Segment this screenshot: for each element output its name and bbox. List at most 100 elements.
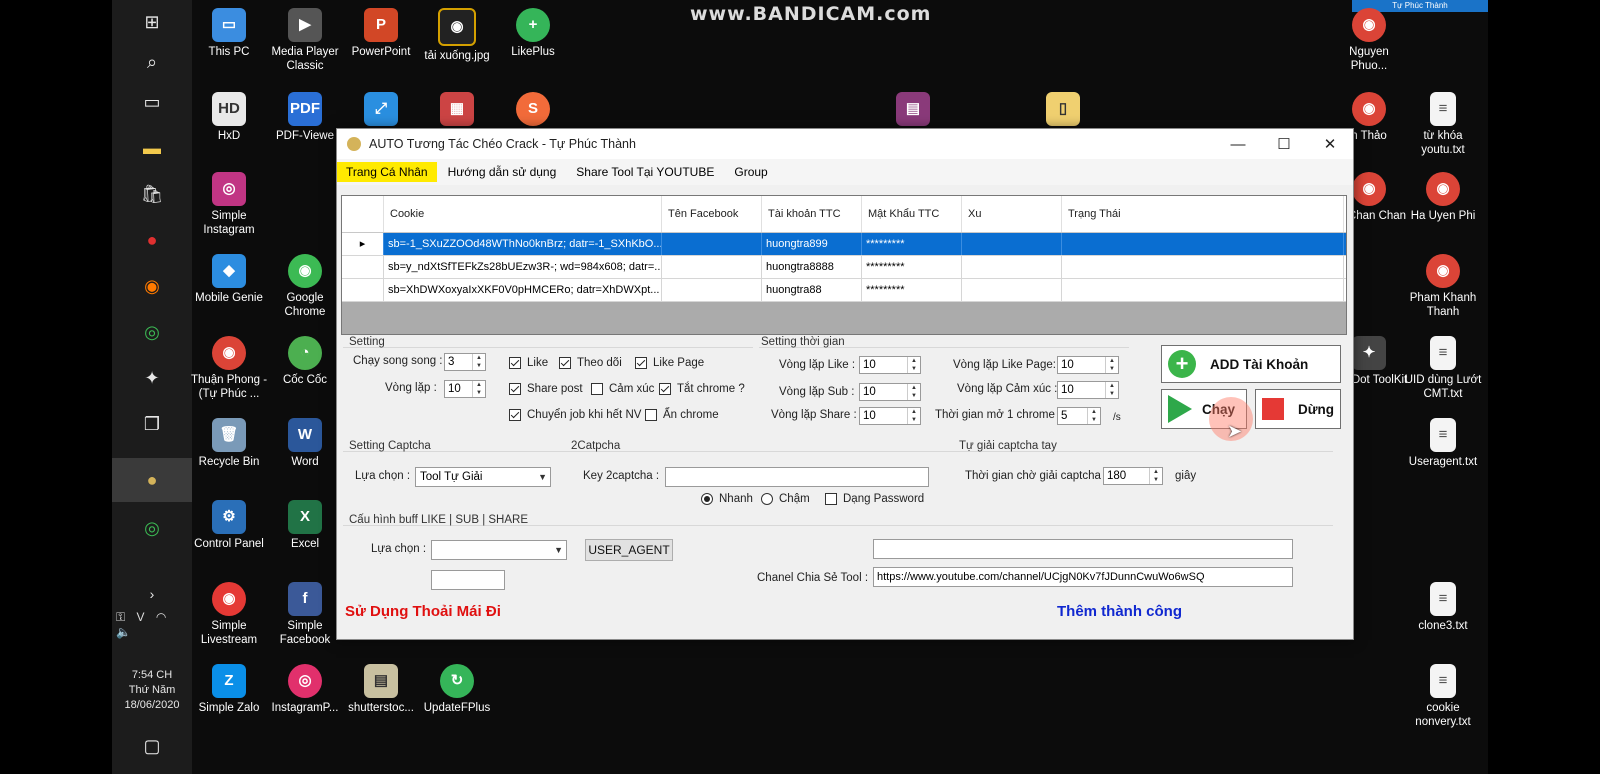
desktop-icon-instagramp[interactable]: ◎ InstagramP... [266,664,344,715]
desktop-icon-zalo[interactable]: Z Simple Zalo [190,664,268,715]
notification-icon[interactable]: ▢ [112,724,192,768]
vong-lap-value[interactable]: 10 [445,383,472,395]
vl-camxuc-value[interactable]: 10 [1058,384,1105,396]
pen-icon[interactable]: V [136,610,144,624]
col-cookie[interactable]: Cookie [384,196,662,232]
wait-value[interactable]: 180 [1104,470,1149,482]
clock[interactable]: 7:54 CH Thứ Năm 18/06/2020 [112,668,192,713]
windows-icon[interactable]: ❐ [112,402,192,446]
desktop-icon-app1[interactable]: ⤢ [342,92,420,129]
share-post-checkbox[interactable]: Share post [509,383,583,395]
file-explorer-icon[interactable]: ▬ [112,126,192,170]
menu-group[interactable]: Group [725,162,776,182]
maximize-icon[interactable]: ☐ [1261,129,1307,159]
col-ten-facebook[interactable]: Tên Facebook [662,196,762,232]
an-chrome-checkbox[interactable]: Ẩn chrome [645,409,719,421]
spin-arrows-icon[interactable]: ▲ ▼ [1087,408,1100,424]
spin-arrows-icon[interactable]: ▲ ▼ [472,354,485,370]
desktop-icon-cookie[interactable]: ≡ cookie nonvery.txt [1404,664,1482,729]
desktop-icon-nguyen[interactable]: ◉ Nguyen Phuo... [1330,8,1408,73]
desktop-icon-control-panel[interactable]: ⚙ Control Panel [190,500,268,551]
col-xu[interactable]: Xu [962,196,1062,232]
record-icon[interactable]: ● [112,218,192,262]
network-icon[interactable]: ⚿ [116,610,125,624]
tg-chrome-stepper[interactable]: 5 ▲ ▼ [1057,407,1101,425]
vl-like-stepper[interactable]: 10 ▲ ▼ [859,356,921,374]
cam-xuc-checkbox[interactable]: Cảm xúc [591,383,654,395]
table-row[interactable]: ▸ sb=-1_SXuZZOOd48WThNo0knBrz; datr=-1_S… [342,233,1346,256]
desktop-icon-shutterstock[interactable]: ▤ shutterstoc... [342,664,420,715]
key-2captcha-input[interactable] [665,467,929,487]
desktop-icon-powerpoint[interactable]: P PowerPoint [342,8,420,59]
tat-chrome-checkbox[interactable]: Tắt chrome ? [659,383,745,395]
dang-password-checkbox[interactable]: Dạng Password [825,493,924,505]
vl-like-value[interactable]: 10 [860,359,907,371]
auto-tool-taskbar-icon[interactable]: ● [112,458,192,502]
search-icon[interactable]: ⌕ [112,40,192,84]
desktop-icon-media-player[interactable]: ▶ Media Player Classic [266,8,344,73]
firefox-icon[interactable]: ◉ [112,264,192,308]
buff-select[interactable]: ▼ [431,540,567,560]
vong-lap-stepper[interactable]: 10 ▲ ▼ [444,380,486,398]
checkbox-unchecked[interactable] [645,409,657,421]
checkbox-checked[interactable] [509,409,521,421]
desktop-icon-mobile-genie[interactable]: ◆ Mobile Genie [190,254,268,305]
desktop-icon-recycle-bin[interactable]: 🗑 Recycle Bin [190,418,268,469]
spin-arrows-icon[interactable]: ▲ ▼ [472,381,485,397]
cell-status[interactable] [1062,233,1344,255]
desktop-icon-pdf[interactable]: PDF PDF-Viewe [266,92,344,143]
vl-sub-value[interactable]: 10 [860,386,907,398]
spin-arrows-icon[interactable]: ▲ ▼ [907,408,920,424]
vl-sub-stepper[interactable]: 10 ▲ ▼ [859,383,921,401]
desktop-icon-file[interactable]: ▯ [1024,92,1102,129]
row-selector[interactable] [342,256,384,278]
row-selector[interactable] [342,279,384,301]
vl-likepage-stepper[interactable]: 10 ▲ ▼ [1057,356,1119,374]
desktop-icon-app3[interactable]: S [494,92,572,129]
song-song-stepper[interactable]: 3 ▲ ▼ [444,353,486,371]
theo-doi-checkbox[interactable]: Theo dõi [559,357,622,369]
checkbox-checked[interactable] [509,357,521,369]
desktop-icon-pham[interactable]: ◉ Pham Khanh Thanh [1404,254,1482,319]
wait-stepper[interactable]: 180 ▲ ▼ [1103,467,1163,485]
vl-camxuc-stepper[interactable]: 10 ▲ ▼ [1057,381,1119,399]
cell-acc[interactable]: huongtra88 [762,279,862,301]
desktop-icon-winrar[interactable]: ▤ [874,92,952,129]
cell-acc[interactable]: huongtra899 [762,233,862,255]
col-mat-khau[interactable]: Mật Khẩu TTC [862,196,962,232]
desktop-icon-simple-instagram[interactable]: ◎ Simple Instagram [190,172,268,237]
cham-radio[interactable]: Chậm [761,493,810,505]
spin-arrows-icon[interactable]: ▲ ▼ [1105,382,1118,398]
col-tai-khoan[interactable]: Tài khoản TTC [762,196,862,232]
spin-arrows-icon[interactable]: ▲ ▼ [1149,468,1162,484]
checkbox-checked[interactable] [559,357,571,369]
buff-small-input[interactable] [431,570,505,590]
cell-cookie[interactable]: sb=-1_SXuZZOOd48WThNo0knBrz; datr=-1_SXh… [384,233,662,255]
desktop-icon-thuanphong[interactable]: ◉ Thuận Phong - (Tự Phúc ... [190,336,268,401]
chrome-icon[interactable]: ◎ [112,310,192,354]
song-song-value[interactable]: 3 [445,356,472,368]
menu-huong-dan[interactable]: Hướng dẫn sử dụng [439,162,566,182]
table-row[interactable]: sb=XhDWXoxyaIxXKF0V0pHMCERo; datr=XhDWXp… [342,279,1346,302]
cell-xu[interactable] [962,256,1062,278]
desktop-icon-tukhoa[interactable]: ≡ từ khóa youtu.txt [1404,92,1482,157]
like-checkbox[interactable]: Like [509,357,548,369]
cell-fb[interactable] [662,279,762,301]
cell-pass[interactable]: ********* [862,233,962,255]
desktop-icon-app2[interactable]: ▦ [418,92,496,129]
store-icon[interactable]: 🛍 [112,172,192,216]
spin-arrows-icon[interactable]: ▲ ▼ [907,357,920,373]
desktop-icon-likeplus[interactable]: + LikePlus [494,8,572,59]
cell-pass[interactable]: ********* [862,256,962,278]
close-icon[interactable]: ✕ [1307,129,1353,159]
desktop-icon-hauyen[interactable]: ◉ Ha Uyen Phi [1404,172,1482,223]
channel-input[interactable]: https://www.youtube.com/channel/UCjgN0Kv… [873,567,1293,587]
vl-likepage-value[interactable]: 10 [1058,359,1105,371]
buff-top-input[interactable] [873,539,1293,559]
desktop-icon-clone3[interactable]: ≡ clone3.txt [1404,582,1482,633]
user-agent-button[interactable]: USER_AGENT [585,539,673,561]
stop-button[interactable]: Dừng [1255,389,1341,429]
tg-chrome-value[interactable]: 5 [1058,410,1087,422]
chrome-2-icon[interactable]: ◎ [112,506,192,550]
cell-fb[interactable] [662,233,762,255]
